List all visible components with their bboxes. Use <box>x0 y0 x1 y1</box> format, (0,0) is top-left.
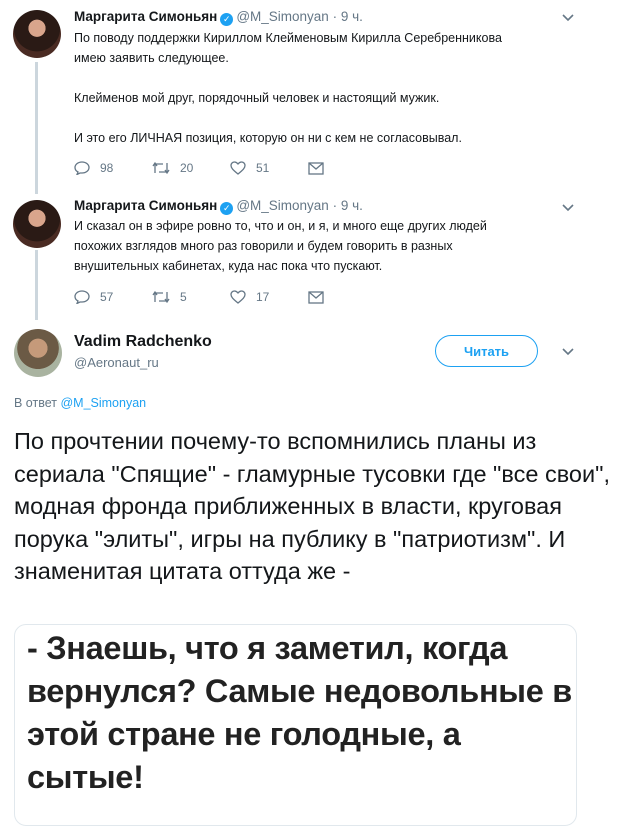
main-tweet-header: Vadim Radchenko @Aeronaut_ru <box>74 333 212 370</box>
tweet-2[interactable]: Маргарита Симоньян ✓ @M_Simonyan · 9 ч. И … <box>0 190 640 320</box>
retweet-count: 20 <box>180 161 194 175</box>
avatar[interactable] <box>13 10 61 58</box>
reply-count: 57 <box>100 290 114 304</box>
tweet-line <box>74 108 554 128</box>
tweet-actions: 57 5 17 <box>74 290 386 304</box>
follow-button[interactable]: Читать <box>435 335 538 367</box>
avatar[interactable] <box>14 329 62 377</box>
tweet-line: И сказал он в эфире ровно то, что и он, … <box>74 219 487 233</box>
like-button[interactable]: 51 <box>230 161 308 175</box>
author-handle[interactable]: @M_Simonyan <box>236 198 329 213</box>
main-tweet-text: По прочтении почему-то вспомнились планы… <box>14 428 610 584</box>
tweet-line: И это его ЛИЧНАЯ позиция, которую он ни … <box>74 131 462 145</box>
like-button[interactable]: 17 <box>230 290 308 304</box>
author-handle[interactable]: @M_Simonyan <box>236 9 329 24</box>
tweet-header: Маргарита Симоньян ✓ @M_Simonyan · 9 ч. <box>74 198 363 215</box>
reply-handle-link[interactable]: @M_Simonyan <box>60 396 146 410</box>
like-count: 17 <box>256 290 270 304</box>
reply-count: 98 <box>100 161 114 175</box>
reply-button[interactable]: 57 <box>74 290 152 304</box>
author-name[interactable]: Vadim Radchenko <box>74 333 212 351</box>
reply-icon <box>74 161 90 175</box>
reply-button[interactable]: 98 <box>74 161 152 175</box>
message-button[interactable] <box>308 290 386 304</box>
retweet-count: 5 <box>180 290 187 304</box>
like-count: 51 <box>256 161 270 175</box>
reply-icon <box>74 290 90 304</box>
tweet-line: внушительных кабинетах, куда нас пока чт… <box>74 259 383 273</box>
retweet-button[interactable]: 5 <box>152 290 230 304</box>
like-icon <box>230 290 246 304</box>
tweet-line: похожих взглядов много раз говорили и бу… <box>74 239 453 253</box>
message-icon <box>308 161 324 175</box>
tweet-text: И сказал он в эфире ровно то, что и он, … <box>74 216 554 276</box>
author-name[interactable]: Маргарита Симоньян <box>74 198 217 213</box>
tweet-line: Клейменов мой друг, порядочный человек и… <box>74 91 440 105</box>
message-icon <box>308 290 324 304</box>
tweet-line <box>74 68 554 88</box>
tweet-actions: 98 20 51 <box>74 161 386 175</box>
retweet-button[interactable]: 20 <box>152 161 230 175</box>
verified-badge-icon: ✓ <box>220 13 234 26</box>
chevron-down-icon[interactable] <box>562 348 574 358</box>
tweet-line: имею заявить следующее. <box>74 51 229 65</box>
tweet-header: Маргарита Симоньян ✓ @M_Simonyan · 9 ч. <box>74 9 363 26</box>
author-name[interactable]: Маргарита Симоньян <box>74 9 217 24</box>
retweet-icon <box>152 290 170 304</box>
message-button[interactable] <box>308 161 386 175</box>
avatar[interactable] <box>13 200 61 248</box>
verified-badge-icon: ✓ <box>220 202 234 215</box>
tweet-time[interactable]: · 9 ч. <box>333 9 363 24</box>
chevron-down-icon[interactable] <box>562 14 574 24</box>
like-icon <box>230 161 246 175</box>
author-handle[interactable]: @Aeronaut_ru <box>74 355 212 370</box>
tweet-time[interactable]: · 9 ч. <box>333 198 363 213</box>
reply-context: В ответ @M_Simonyan <box>14 396 146 410</box>
chevron-down-icon[interactable] <box>562 204 574 214</box>
tweet-text: По поводу поддержки Кириллом Клейменовым… <box>74 28 554 148</box>
media-caption: - Знаешь, что я заметил, когда вернулся?… <box>27 630 572 795</box>
tweet-line: По поводу поддержки Кириллом Клейменовым… <box>74 31 502 45</box>
tweet-1[interactable]: Маргарита Симоньян ✓ @M_Simonyan · 9 ч. По… <box>0 0 640 190</box>
reply-prefix: В ответ <box>14 396 57 410</box>
retweet-icon <box>152 161 170 175</box>
